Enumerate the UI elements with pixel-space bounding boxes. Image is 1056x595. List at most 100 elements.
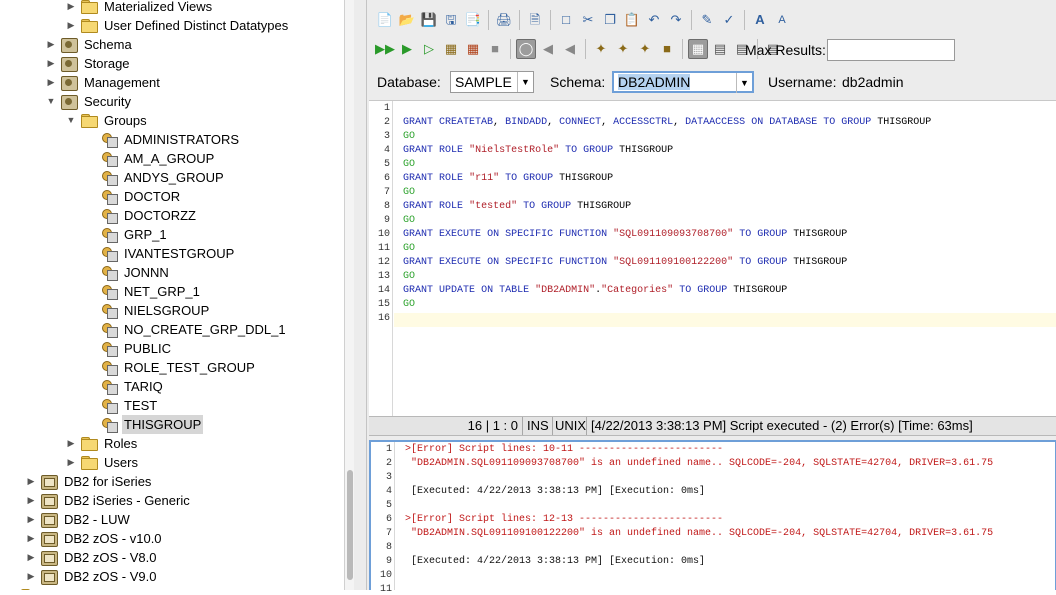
save-all-icon[interactable]: 📑 bbox=[463, 10, 483, 30]
tree-item-am-a-group[interactable]: AM_A_GROUP bbox=[0, 149, 344, 168]
bookmark-icon[interactable]: ✦ bbox=[591, 39, 611, 59]
cut-icon[interactable]: ✂ bbox=[578, 10, 598, 30]
results-grid-icon[interactable]: ▦ bbox=[688, 39, 708, 59]
tree-item-net-grp-1[interactable]: NET_GRP_1 bbox=[0, 282, 344, 301]
tree-item-user-defined-distinct-datatypes[interactable]: ▶ User Defined Distinct Datatypes bbox=[0, 16, 344, 35]
tree-item-andys-group[interactable]: ANDYS_GROUP bbox=[0, 168, 344, 187]
tree-item-doctor[interactable]: DOCTOR bbox=[0, 187, 344, 206]
tree-item-nielsgroup[interactable]: NIELSGROUP bbox=[0, 301, 344, 320]
stop-icon[interactable]: ■ bbox=[485, 39, 505, 59]
line-number-gutter: 1 2 3 4 5 6 7 8 9 10 11 12 13 14 15 16 bbox=[369, 101, 393, 416]
tree-item-users[interactable]: ▶ Users bbox=[0, 453, 344, 472]
code-line: GRANT ROLE "tested" TO GROUP THISGROUP bbox=[403, 201, 632, 212]
max-results-input[interactable] bbox=[827, 39, 955, 61]
tree-item-generic[interactable]: ▶ Generic bbox=[0, 586, 344, 590]
execute-all-icon[interactable]: ▶▶ bbox=[375, 39, 395, 59]
copy-icon[interactable]: ❐ bbox=[600, 10, 620, 30]
format-icon[interactable]: ✎ bbox=[697, 10, 717, 30]
tree-item-grp-1[interactable]: GRP_1 bbox=[0, 225, 344, 244]
expand-arrow-icon[interactable]: ▶ bbox=[26, 567, 36, 586]
database-label: Database: bbox=[377, 74, 441, 90]
collapse-arrow-icon[interactable]: ▼ bbox=[66, 111, 76, 130]
tree-item-doctorzz[interactable]: DOCTORZZ bbox=[0, 206, 344, 225]
expand-arrow-icon[interactable]: ▶ bbox=[26, 472, 36, 491]
execute-icon[interactable]: ▶ bbox=[397, 39, 417, 59]
tree-item-db2-zos-v10-0[interactable]: ▶ DB2 zOS - v10.0 bbox=[0, 529, 344, 548]
expand-arrow-icon[interactable]: ▶ bbox=[6, 586, 16, 590]
group-icon bbox=[101, 284, 118, 300]
tree-item-materialized-views[interactable]: ▶ Materialized Views bbox=[0, 0, 344, 16]
splitter[interactable] bbox=[354, 0, 366, 590]
database-select[interactable]: SAMPLE ▼ bbox=[450, 71, 534, 93]
bookmark-next-icon[interactable]: ✦ bbox=[613, 39, 633, 59]
tree-item-label: Generic bbox=[42, 586, 92, 590]
expand-arrow-icon[interactable]: ▶ bbox=[26, 510, 36, 529]
undo-icon[interactable]: ↶ bbox=[644, 10, 664, 30]
tree-item-no-create-grp-ddl-1[interactable]: NO_CREATE_GRP_DDL_1 bbox=[0, 320, 344, 339]
tree-item-groups[interactable]: ▼ Groups bbox=[0, 111, 344, 130]
tree-item-security[interactable]: ▼ Security bbox=[0, 92, 344, 111]
results-text-icon[interactable]: ▤ bbox=[710, 39, 730, 59]
save-as-icon[interactable]: 🖫 bbox=[441, 10, 461, 30]
font-larger-icon[interactable]: A bbox=[750, 10, 770, 30]
commit-icon[interactable]: ◀ bbox=[538, 39, 558, 59]
rollback-icon[interactable]: ◀ bbox=[560, 39, 580, 59]
tree-item-ivantestgroup[interactable]: IVANTESTGROUP bbox=[0, 244, 344, 263]
tree-item-public[interactable]: PUBLIC bbox=[0, 339, 344, 358]
save-icon[interactable]: 💾 bbox=[419, 10, 439, 30]
execute-current-icon[interactable]: ▷ bbox=[419, 39, 439, 59]
query-builder-icon[interactable]: ■ bbox=[657, 39, 677, 59]
new-script-icon[interactable]: 📄 bbox=[375, 10, 395, 30]
tree-item-db2-zos-v9-0[interactable]: ▶ DB2 zOS - V9.0 bbox=[0, 567, 344, 586]
tree-item-storage[interactable]: ▶ Storage bbox=[0, 54, 344, 73]
expand-arrow-icon[interactable]: ▶ bbox=[26, 548, 36, 567]
explain-plan-icon[interactable]: ▦ bbox=[441, 39, 461, 59]
chevron-down-icon[interactable]: ▼ bbox=[736, 73, 752, 93]
tree-item-test[interactable]: TEST bbox=[0, 396, 344, 415]
tree-item-administrators[interactable]: ADMINISTRATORS bbox=[0, 130, 344, 149]
paste-icon[interactable]: 📋 bbox=[622, 10, 642, 30]
open-file-icon[interactable]: 📂 bbox=[397, 10, 417, 30]
object-tree[interactable]: ▶ Materialized Views ▶ User Defined Distinc… bbox=[0, 0, 344, 590]
tree-scrollbar-thumb[interactable] bbox=[347, 470, 353, 580]
print-icon[interactable]: 🖨 bbox=[494, 10, 514, 30]
page-setup-icon[interactable]: 🗎 bbox=[525, 10, 545, 30]
sql-editor[interactable]: 1 2 3 4 5 6 7 8 9 10 11 12 13 14 15 16 GRANT CREATETAB,… bbox=[369, 100, 1056, 416]
tree-item-db2-for-iseries[interactable]: ▶ DB2 for iSeries bbox=[0, 472, 344, 491]
expand-arrow-icon[interactable]: ▶ bbox=[66, 434, 76, 453]
expand-arrow-icon[interactable]: ▶ bbox=[26, 529, 36, 548]
expand-arrow-icon[interactable]: ▶ bbox=[66, 16, 76, 35]
chevron-down-icon[interactable]: ▼ bbox=[517, 72, 533, 92]
expand-arrow-icon[interactable]: ▶ bbox=[66, 453, 76, 472]
line-ending[interactable]: UNIX bbox=[553, 417, 587, 435]
expand-arrow-icon[interactable]: ▶ bbox=[46, 35, 56, 54]
tree-item-roles[interactable]: ▶ Roles bbox=[0, 434, 344, 453]
tree-item-db2-luw[interactable]: ▶ DB2 - LUW bbox=[0, 510, 344, 529]
font-smaller-icon[interactable]: A bbox=[772, 10, 792, 30]
tree-item-jonnn[interactable]: JONNN bbox=[0, 263, 344, 282]
comment-icon[interactable]: ✓ bbox=[719, 10, 739, 30]
tree-item-management[interactable]: ▶ Management bbox=[0, 73, 344, 92]
tree-item-db2-iseries-generic[interactable]: ▶ DB2 iSeries - Generic bbox=[0, 491, 344, 510]
insert-mode[interactable]: INS bbox=[523, 417, 553, 435]
bookmark-prev-icon[interactable]: ✦ bbox=[635, 39, 655, 59]
tree-item-thisgroup[interactable]: THISGROUP bbox=[0, 415, 344, 434]
tree-item-tariq[interactable]: TARIQ bbox=[0, 377, 344, 396]
messages-panel[interactable]: 1 2 3 4 5 6 7 8 9 10 11 >[Error] Script lines: 10-… bbox=[369, 440, 1056, 595]
expand-arrow-icon[interactable]: ▶ bbox=[26, 491, 36, 510]
select-all-icon[interactable]: □ bbox=[556, 10, 576, 30]
expand-arrow-icon[interactable]: ▶ bbox=[46, 54, 56, 73]
tree-item-db2-zos-v8-0[interactable]: ▶ DB2 zOS - V8.0 bbox=[0, 548, 344, 567]
expand-arrow-icon[interactable]: ▶ bbox=[46, 73, 56, 92]
schema-select[interactable]: DB2ADMIN ▼ bbox=[612, 71, 754, 93]
auto-commit-icon[interactable]: ◯ bbox=[516, 39, 536, 59]
tree-scrollbar[interactable] bbox=[344, 0, 354, 590]
tree-item-role-test-group[interactable]: ROLE_TEST_GROUP bbox=[0, 358, 344, 377]
expand-arrow-icon[interactable]: ▶ bbox=[66, 0, 76, 16]
collapse-arrow-icon[interactable]: ▼ bbox=[46, 92, 56, 111]
explain-plan-alt-icon[interactable]: ▦ bbox=[463, 39, 483, 59]
tree-item-schema[interactable]: ▶ Schema bbox=[0, 35, 344, 54]
tree-item-label: Schema bbox=[84, 37, 132, 52]
redo-icon[interactable]: ↷ bbox=[666, 10, 686, 30]
message-line-number: 8 bbox=[385, 542, 392, 553]
